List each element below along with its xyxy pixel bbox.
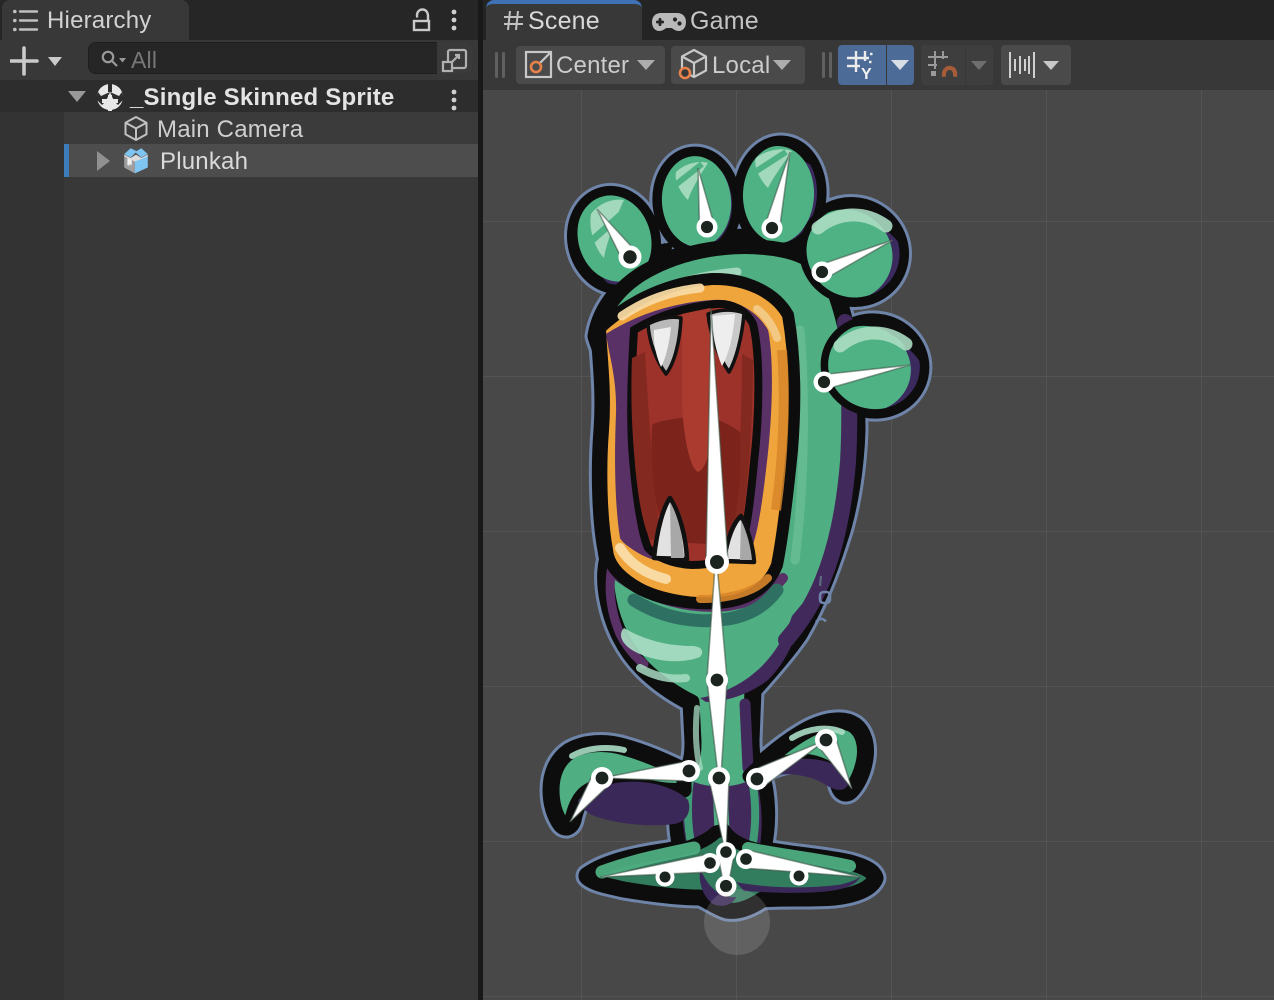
svg-text:Y: Y — [861, 66, 872, 79]
